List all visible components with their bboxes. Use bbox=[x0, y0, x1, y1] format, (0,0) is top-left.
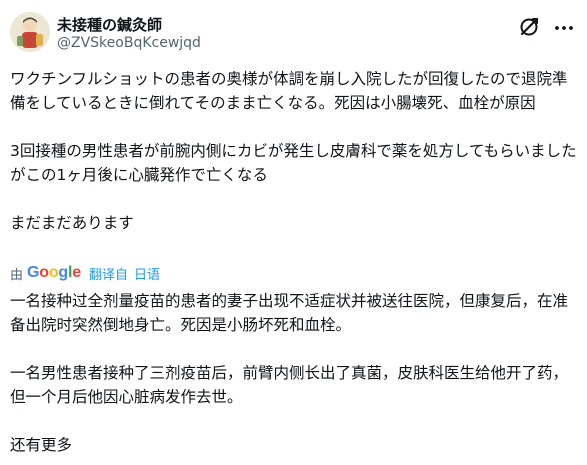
more-icon[interactable] bbox=[553, 18, 575, 38]
post-paragraph-2: 3回接種の男性患者が前腕内側にカビが発生し皮膚科で薬を処方してもらいましたがこの… bbox=[10, 142, 577, 184]
grok-icon[interactable] bbox=[518, 16, 540, 38]
translation-attribution: 由 Google 翻译自 日语 bbox=[10, 263, 160, 283]
translation-by-label: 由 bbox=[10, 267, 24, 283]
post-text: ワクチンフルショットの患者の奥様が体調を崩し入院したが回復したので退院準備をして… bbox=[10, 67, 578, 235]
translated-from-link[interactable]: 翻译自 bbox=[89, 264, 128, 283]
source-language-link[interactable]: 日语 bbox=[134, 264, 160, 283]
post-header: 未接種の鍼灸師 @ZVSkeoBqKcewjqd bbox=[10, 10, 577, 60]
translated-paragraph-2: 一名男性患者接种了三剂疫苗后，前臂内侧长出了真菌，皮肤科医生给他开了药，但一个月… bbox=[10, 364, 569, 406]
avatar-illustration bbox=[10, 12, 50, 52]
translated-text: 一名接种过全剂量疫苗的患者的妻子出现不适症状并被送往医院，但康复后，在准备出院时… bbox=[10, 289, 578, 457]
author-name[interactable]: 未接種の鍼灸師 bbox=[57, 14, 162, 35]
author-handle[interactable]: @ZVSkeoBqKcewjqd bbox=[57, 35, 201, 51]
post-paragraph-1: ワクチンフルショットの患者の奥様が体調を崩し入院したが回復したので退院準備をして… bbox=[10, 70, 568, 112]
avatar[interactable] bbox=[10, 12, 50, 52]
google-logo: Google bbox=[27, 264, 81, 281]
translated-paragraph-1: 一名接种过全剂量疫苗的患者的妻子出现不适症状并被送往医院，但康复后，在准备出院时… bbox=[10, 292, 569, 334]
translated-paragraph-3: 还有更多 bbox=[10, 436, 73, 454]
post-paragraph-3: まだまだあります bbox=[10, 214, 134, 232]
